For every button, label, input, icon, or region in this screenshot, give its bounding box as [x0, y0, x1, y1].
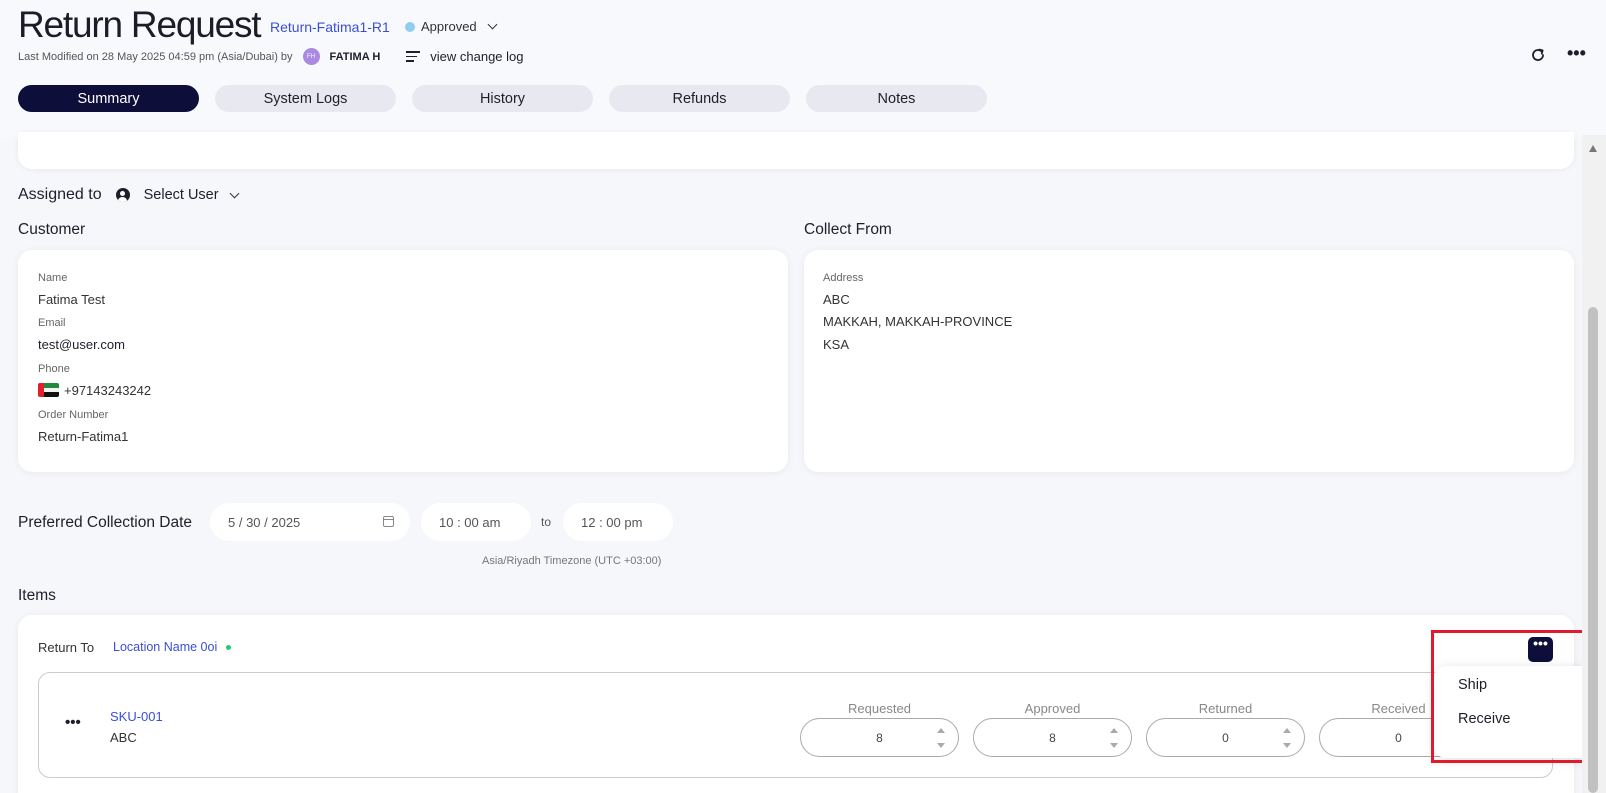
chevron-down-icon [487, 19, 498, 30]
select-user-dropdown[interactable]: Select User [144, 187, 219, 203]
user-circle-icon [115, 188, 130, 202]
tab-system-logs[interactable]: System Logs [215, 85, 396, 112]
order-number: Return-Fatima1 [38, 429, 129, 444]
return-location-link[interactable]: Location Name 0oi [113, 640, 232, 654]
avatar: FH [302, 48, 320, 65]
received-qty-value: 0 [1395, 730, 1402, 745]
tab-notes[interactable]: Notes [806, 85, 987, 112]
uae-flag-icon [38, 383, 59, 397]
page-title: Return Request [18, 4, 262, 45]
status-label: Approved [421, 19, 477, 34]
assigned-to-row: Assigned to Select User [18, 186, 240, 204]
view-change-log-button[interactable]: view change log [406, 49, 524, 64]
item-name: ABC [110, 730, 137, 745]
tab-bar: Summary System Logs History Refunds Note… [18, 85, 987, 112]
tab-summary[interactable]: Summary [18, 85, 199, 112]
requested-header: Requested [848, 701, 911, 716]
address-line-3: KSA [823, 337, 850, 352]
modified-by-user: FATIMA H [329, 50, 381, 63]
returned-qty-input[interactable]: 0 [1146, 718, 1305, 757]
page-header: Return Request Return-Fatima1-R1 Approve… [0, 0, 1606, 139]
preferred-collection-date-label: Preferred Collection Date [18, 514, 193, 531]
chevron-down-icon [229, 188, 240, 198]
time-from-value: 10 : 00 am [439, 514, 501, 530]
time-to-value: 12 : 00 pm [581, 514, 643, 530]
approved-qty-value: 8 [1049, 730, 1056, 745]
collection-date-value: 5 / 30 / 2025 [228, 514, 301, 530]
address-label: Address [823, 272, 864, 284]
timezone-note: Asia/Riyadh Timezone (UTC +03:00) [482, 555, 662, 567]
tab-history[interactable]: History [412, 85, 593, 112]
collect-from-card: Address ABC MAKKAH, MAKKAH-PROVINCE KSA [804, 250, 1574, 472]
tab-refunds[interactable]: Refunds [609, 85, 790, 112]
highlight-box [1431, 630, 1603, 763]
status-dropdown[interactable]: Approved [405, 19, 498, 34]
customer-email: test@user.com [38, 337, 125, 352]
scroll-up-icon[interactable] [1589, 145, 1597, 152]
stepper-icon[interactable] [1282, 725, 1292, 751]
returned-qty-value: 0 [1222, 730, 1229, 745]
calendar-icon[interactable] [383, 516, 394, 527]
items-section-title: Items [18, 587, 56, 604]
row-more-icon[interactable]: ••• [65, 715, 81, 730]
view-change-log-label: view change log [430, 49, 524, 64]
customer-phone: +97143243242 [38, 383, 151, 398]
order-number-label: Order Number [38, 409, 109, 421]
more-options-icon[interactable]: ••• [1567, 44, 1586, 62]
location-status-dot [226, 644, 232, 650]
phone-label: Phone [38, 363, 70, 375]
to-label: to [541, 515, 552, 529]
returned-header: Returned [1198, 701, 1253, 716]
last-modified-text: Last Modified on 28 May 2025 04:59 pm (A… [18, 50, 293, 63]
customer-name: Fatima Test [38, 292, 105, 307]
request-id-link[interactable]: Return-Fatima1-R1 [270, 19, 390, 35]
approved-header: Approved [1024, 701, 1081, 716]
name-label: Name [38, 272, 68, 284]
stepper-icon[interactable] [1109, 725, 1119, 751]
scrollbar[interactable] [1582, 135, 1606, 793]
email-label: Email [38, 317, 66, 329]
phone-number: +97143243242 [64, 383, 152, 398]
status-dot-icon [405, 21, 415, 32]
table-row: ••• SKU-001 ABC Requested 8 Approved 8 R… [38, 672, 1553, 778]
assigned-to-label: Assigned to [18, 186, 102, 203]
collection-date-input[interactable]: 5 / 30 / 2025 [210, 503, 410, 541]
time-from-input[interactable]: 10 : 00 am [421, 503, 531, 541]
items-card: Return To Location Name 0oi ••• SKU-001 … [18, 615, 1574, 793]
customer-card: Name Fatima Test Email test@user.com Pho… [18, 250, 788, 472]
time-to-input[interactable]: 12 : 00 pm [563, 503, 673, 541]
list-icon [406, 51, 421, 62]
approved-qty-input[interactable]: 8 [973, 718, 1132, 757]
collect-from-section-title: Collect From [804, 221, 892, 238]
requested-qty-value: 8 [876, 730, 883, 745]
requested-qty-input[interactable]: 8 [800, 718, 959, 757]
sku-link[interactable]: SKU-001 [110, 709, 163, 724]
last-modified-info: Last Modified on 28 May 2025 04:59 pm (A… [18, 48, 524, 65]
stepper-icon[interactable] [936, 725, 946, 751]
refresh-icon[interactable] [1530, 47, 1546, 63]
customer-section-title: Customer [18, 221, 86, 238]
summary-card-bottom [18, 132, 1574, 169]
address-line-1: ABC [823, 292, 850, 307]
return-location-name: Location Name 0oi [113, 640, 218, 654]
return-to-label: Return To [38, 640, 95, 655]
scrollbar-thumb[interactable] [1588, 307, 1598, 793]
address-line-2: MAKKAH, MAKKAH-PROVINCE [823, 314, 1013, 329]
